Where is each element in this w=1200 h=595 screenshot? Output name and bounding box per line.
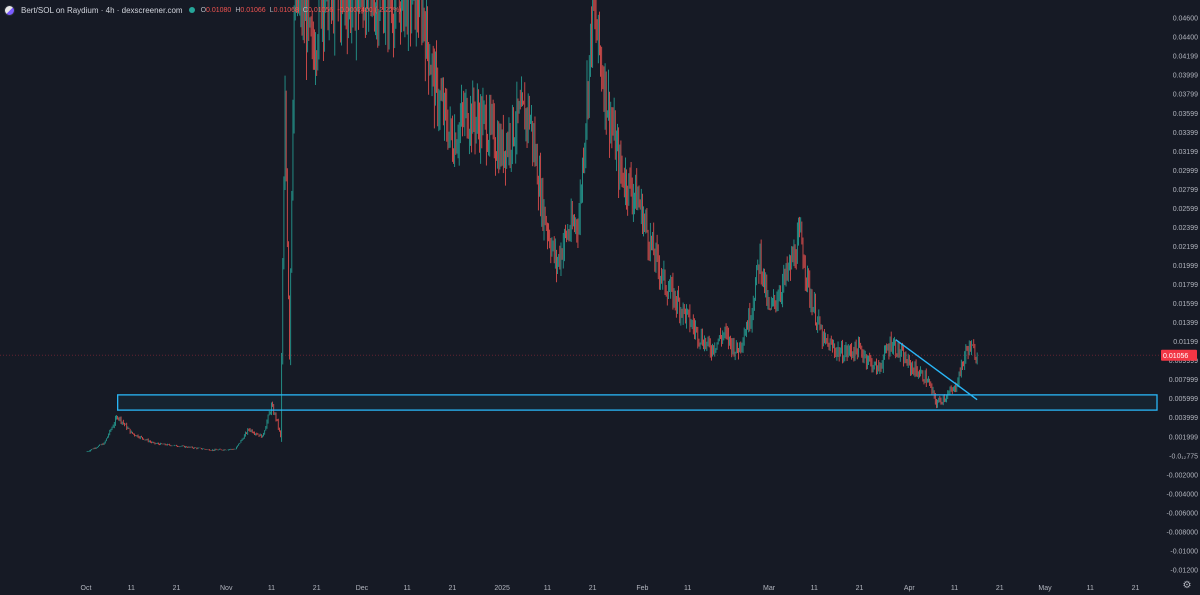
settings-gear-icon[interactable]: ⚙ (1182, 581, 1192, 591)
support-zone-rectangle[interactable] (117, 394, 1158, 411)
pair-icon (4, 4, 15, 16)
current-price-text: 0.01056 (1163, 353, 1188, 360)
y-tick-label: 0.02599 (1173, 206, 1198, 213)
x-tick-label: 2025 (494, 585, 510, 592)
y-tick-label: 0.01199 (1173, 339, 1198, 346)
x-tick-label: Nov (220, 585, 233, 592)
y-tick-label: 0.01399 (1173, 320, 1198, 327)
x-tick-label: Dec (356, 585, 369, 592)
x-tick-label: 21 (449, 585, 457, 592)
x-tick-label: 21 (173, 585, 181, 592)
y-tick-label: 0.01799 (1173, 282, 1198, 289)
y-tick-label: 0.03399 (1173, 130, 1198, 137)
x-tick-label: 11 (544, 585, 551, 592)
y-tick-label: 0.03999 (1173, 73, 1198, 80)
y-tick-label: 0.007999 (1169, 377, 1198, 384)
price-axis[interactable]: 0.04600 0.04400 0.04199 0.03999 0.03799 0.035… (1166, 16, 1198, 575)
y-tick-label: 0.005999 (1169, 396, 1198, 403)
y-tick-label: 0.02399 (1173, 225, 1198, 232)
pair-title[interactable]: Bert/SOL on Raydium · 4h · dexscreener.c… (21, 6, 183, 15)
x-tick-label: 11 (128, 585, 135, 592)
current-price-label: 0.01056 (1161, 349, 1197, 361)
x-tick-label: Feb (636, 585, 648, 592)
x-tick-label: 11 (951, 585, 958, 592)
y-tick-label: -0.006000 (1166, 510, 1198, 517)
y-tick-label: 0.001999 (1169, 434, 1198, 441)
x-tick-label: 11 (404, 585, 411, 592)
y-tick-label: 0.04400 (1173, 35, 1198, 42)
y-tick-label: 0.003999 (1169, 415, 1198, 422)
close-value: 0.01056 (307, 6, 334, 14)
x-tick-label: 21 (313, 585, 321, 592)
y-tick-label: 0.02199 (1173, 244, 1198, 251)
high-value: 0.01066 (240, 6, 266, 14)
x-tick-label: Apr (904, 585, 916, 592)
y-tick-label: -0.0₁₂775 (1169, 453, 1198, 460)
x-tick-label: 11 (1087, 585, 1094, 592)
low-value: 0.01068 (273, 6, 299, 14)
x-tick-label: May (1038, 585, 1052, 592)
x-tick-label: 11 (684, 585, 691, 592)
change-value: -0.0002400 (-2.22%) (337, 6, 402, 14)
y-tick-label: -0.008000 (1166, 529, 1198, 536)
x-tick-label: Oct (81, 585, 92, 592)
y-tick-label: -0.01000 (1170, 548, 1198, 555)
y-tick-label: 0.03799 (1173, 92, 1198, 99)
y-tick-label: 0.02799 (1173, 187, 1198, 194)
live-dot-icon (188, 7, 195, 13)
time-axis[interactable]: Oct 11 21 Nov 11 21 Dec 11 21 2025 11 21 Feb 11 Mar 11 2… (81, 585, 1140, 592)
y-tick-label: 0.01999 (1173, 263, 1198, 270)
y-tick-label: 0.02999 (1173, 168, 1198, 175)
x-tick-label: 11 (811, 585, 818, 592)
y-tick-label: 0.03199 (1173, 149, 1198, 156)
open-value: 0.01080 (206, 6, 232, 14)
x-tick-label: 21 (856, 585, 864, 592)
y-tick-label: 0.01599 (1173, 301, 1198, 308)
y-tick-label: -0.01200 (1170, 568, 1198, 575)
price-chart[interactable]: 0.04600 0.04400 0.04199 0.03999 0.03799 0.035… (0, 0, 1200, 595)
x-tick-label: Mar (763, 585, 776, 592)
x-tick-label: 21 (1132, 585, 1140, 592)
y-tick-label: 0.04199 (1173, 54, 1198, 61)
x-tick-label: 21 (589, 585, 597, 592)
y-tick-label: 0.04600 (1173, 16, 1198, 23)
y-tick-label: 0.03599 (1173, 111, 1198, 118)
x-tick-label: 11 (268, 585, 275, 592)
chart-legend: Bert/SOL on Raydium · 4h · dexscreener.c… (4, 3, 402, 17)
y-tick-label: -0.002000 (1166, 472, 1198, 479)
x-tick-label: 21 (996, 585, 1004, 592)
y-tick-label: -0.004000 (1166, 491, 1198, 498)
candle-series (86, 0, 978, 453)
ohlc-values: O0.01080 H0.01066 L0.01068 C0.01056 -0.0… (201, 7, 402, 14)
